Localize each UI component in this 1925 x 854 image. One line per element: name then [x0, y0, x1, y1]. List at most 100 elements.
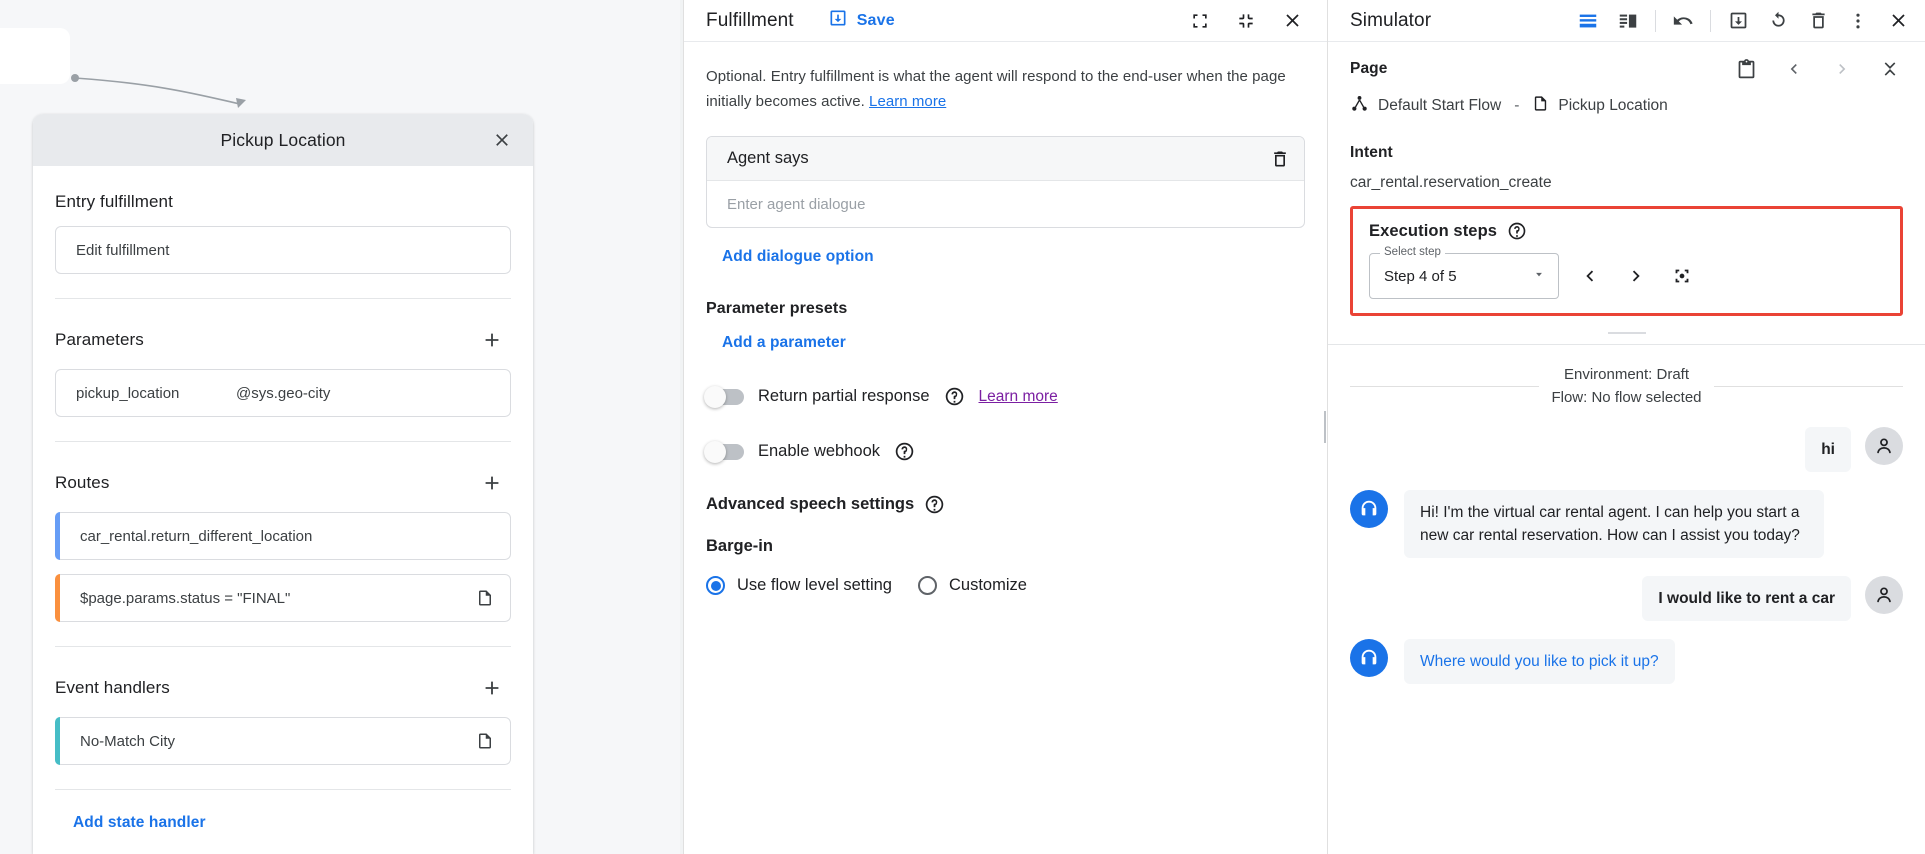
page-row: Page	[1350, 56, 1903, 82]
page-panel-body: Entry fulfillment Edit fulfillment Param…	[33, 166, 533, 832]
breadcrumb: Default Start Flow - Pickup Location	[1350, 94, 1903, 118]
event-handler-row[interactable]: No-Match City	[55, 717, 511, 765]
barge-in-option-use-flow-level[interactable]	[706, 576, 725, 595]
route-color-bar	[55, 574, 60, 622]
trash-icon[interactable]	[1805, 8, 1831, 34]
page-doc-icon[interactable]	[476, 732, 494, 750]
execution-steps-box: Execution steps Select step Step 4 of 5	[1350, 206, 1903, 316]
app-root: Pickup Location Entry fulfillment Edit f…	[0, 0, 1925, 854]
fullscreen-collapse-icon[interactable]	[1233, 8, 1259, 34]
execution-steps-nav	[1577, 263, 1695, 289]
close-icon[interactable]	[1279, 8, 1305, 34]
help-circle-icon[interactable]	[944, 386, 965, 407]
return-partial-response-toggle[interactable]	[706, 389, 744, 405]
barge-in-option-customize[interactable]	[918, 576, 937, 595]
view-list-icon[interactable]	[1575, 8, 1601, 34]
route-row[interactable]: car_rental.return_different_location	[55, 512, 511, 560]
chevron-left-icon[interactable]	[1781, 56, 1807, 82]
select-step-legend: Select step	[1380, 246, 1445, 258]
save-download-icon[interactable]	[1725, 8, 1751, 34]
save-download-icon	[828, 8, 848, 33]
parameter-entity: @sys.geo-city	[236, 385, 330, 402]
parameter-presets-heading: Parameter presets	[706, 300, 1305, 318]
save-button[interactable]: Save	[828, 8, 895, 33]
fulfillment-description: Optional. Entry fulfillment is what the …	[706, 64, 1305, 114]
close-icon[interactable]	[1885, 8, 1911, 34]
plus-icon[interactable]	[477, 468, 507, 498]
barge-in-options: Use flow level setting Customize	[706, 576, 1305, 595]
add-a-parameter-row: Add a parameter	[706, 318, 1305, 352]
barge-in-option-label: Use flow level setting	[737, 576, 892, 595]
edit-fulfillment-button[interactable]: Edit fulfillment	[55, 226, 511, 274]
select-step-value: Step 4 of 5	[1384, 268, 1457, 285]
enable-webhook-toggle[interactable]	[706, 444, 744, 460]
parameter-name: pickup_location	[76, 385, 236, 402]
learn-more-link[interactable]: Learn more	[869, 93, 946, 110]
breadcrumb-separator: -	[1514, 97, 1519, 115]
select-step-dropdown[interactable]: Select step Step 4 of 5	[1369, 253, 1559, 299]
fulfillment-header: Fulfillment Save	[684, 0, 1327, 42]
collapse-icon[interactable]	[1877, 56, 1903, 82]
page-panel-header: Pickup Location	[33, 114, 533, 166]
chevron-right-icon[interactable]	[1829, 56, 1855, 82]
parameter-row[interactable]: pickup_location @sys.geo-city	[55, 369, 511, 417]
add-state-handler-link[interactable]: Add state handler	[55, 790, 206, 832]
chevron-right-icon[interactable]	[1623, 263, 1649, 289]
agent-dialogue-placeholder: Enter agent dialogue	[727, 196, 865, 213]
add-dialogue-option-link[interactable]: Add dialogue option	[722, 248, 874, 265]
pickup-location-panel: Pickup Location Entry fulfillment Edit f…	[33, 114, 533, 854]
routes-heading: Routes	[55, 473, 109, 493]
advanced-speech-settings-row[interactable]: Advanced speech settings	[706, 494, 1305, 515]
intent-value: car_rental.reservation_create	[1350, 174, 1903, 192]
routes-section-header: Routes	[55, 442, 511, 498]
restart-icon[interactable]	[1765, 8, 1791, 34]
page-label: Page	[1350, 60, 1387, 78]
page-doc-icon[interactable]	[476, 589, 494, 607]
agent-dialogue-input[interactable]: Enter agent dialogue	[707, 181, 1304, 227]
save-label: Save	[857, 12, 895, 30]
close-icon[interactable]	[489, 127, 515, 153]
breadcrumb-page-name[interactable]: Pickup Location	[1558, 97, 1667, 115]
divider	[1350, 386, 1539, 387]
more-vert-icon[interactable]	[1845, 8, 1871, 34]
chat-message-agent: Hi! I'm the virtual car rental agent. I …	[1350, 490, 1903, 558]
execution-steps-controls: Select step Step 4 of 5	[1369, 253, 1884, 299]
fulfillment-title: Fulfillment	[706, 10, 794, 32]
simulator-resize-grip[interactable]	[1608, 332, 1646, 334]
toggle-knob	[704, 386, 726, 408]
parameters-heading: Parameters	[55, 330, 144, 350]
simulator-header-actions	[1575, 8, 1911, 34]
help-circle-icon[interactable]	[924, 494, 945, 515]
chat-bubble[interactable]: Where would you like to pick it up?	[1404, 639, 1675, 684]
chat-message-user: I would like to rent a car	[1350, 576, 1903, 621]
plus-icon[interactable]	[477, 673, 507, 703]
add-a-parameter-link[interactable]: Add a parameter	[722, 334, 846, 351]
help-circle-icon[interactable]	[1507, 221, 1527, 241]
enable-webhook-row: Enable webhook	[706, 441, 1305, 462]
execution-steps-title: Execution steps	[1369, 222, 1497, 241]
chevron-left-icon[interactable]	[1577, 263, 1603, 289]
fulfillment-body: Optional. Entry fulfillment is what the …	[684, 42, 1327, 595]
return-partial-response-learn-more[interactable]: Learn more	[979, 388, 1058, 406]
clipboard-icon[interactable]	[1733, 56, 1759, 82]
view-sidebar-icon[interactable]	[1615, 8, 1641, 34]
plus-icon[interactable]	[477, 325, 507, 355]
event-handler-label: No-Match City	[80, 733, 175, 750]
entry-fulfillment-heading: Entry fulfillment	[55, 166, 511, 212]
fulfillment-panel: Fulfillment Save Optio	[683, 0, 1328, 854]
trash-icon[interactable]	[1270, 149, 1290, 169]
agent-says-card: Agent says Enter agent dialogue	[706, 136, 1305, 228]
headset-icon	[1350, 490, 1388, 528]
barge-in-option-label: Customize	[949, 576, 1027, 595]
center-focus-icon[interactable]	[1669, 263, 1695, 289]
route-row[interactable]: $page.params.status = "FINAL"	[55, 574, 511, 622]
event-handlers-section-header: Event handlers	[55, 647, 511, 703]
fullscreen-expand-icon[interactable]	[1187, 8, 1213, 34]
undo-icon[interactable]	[1670, 8, 1696, 34]
event-handlers-heading: Event handlers	[55, 678, 170, 698]
help-circle-icon[interactable]	[894, 441, 915, 462]
breadcrumb-flow-name[interactable]: Default Start Flow	[1378, 97, 1501, 115]
enable-webhook-label: Enable webhook	[758, 442, 880, 461]
headset-icon	[1350, 639, 1388, 677]
agent-says-header: Agent says	[707, 137, 1304, 181]
